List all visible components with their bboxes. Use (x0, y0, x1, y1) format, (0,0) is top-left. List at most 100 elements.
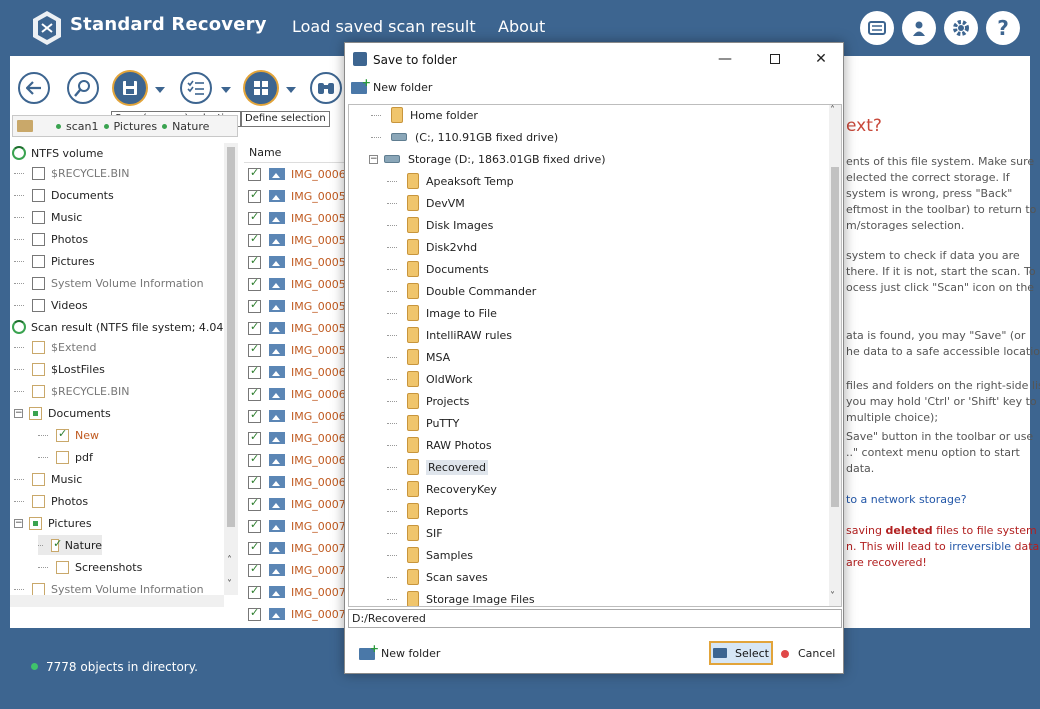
tree-item-ntfs-volume[interactable]: NTFS volume (12, 143, 103, 163)
tree-item[interactable]: Music (14, 207, 82, 227)
table-row[interactable]: IMG_0005 (248, 209, 346, 227)
table-row[interactable]: IMG_0006 (248, 429, 346, 447)
tree-item[interactable]: Photos (14, 229, 88, 249)
checkbox[interactable] (248, 188, 261, 203)
about-link[interactable]: About (498, 17, 545, 36)
tree-item-folder[interactable]: OldWork (387, 369, 473, 389)
tree-item-folder[interactable]: MSA (387, 347, 450, 367)
tree-item-folder[interactable]: Disk2vhd (387, 237, 477, 257)
tree-item-folder[interactable]: Documents (387, 259, 489, 279)
chevron-down-icon[interactable]: ˅ (227, 579, 232, 590)
tree-item[interactable]: System Volume Information (14, 273, 204, 293)
checklist-button[interactable] (180, 72, 212, 104)
help-button[interactable]: ? (986, 11, 1020, 45)
checkbox[interactable] (248, 562, 261, 577)
user-button[interactable] (902, 11, 936, 45)
tree-item-scan-result[interactable]: Scan result (NTFS file system; 4.04 GB i… (12, 317, 238, 337)
tree-item-folder[interactable]: IntelliRAW rules (387, 325, 512, 345)
tree-item[interactable]: $RECYCLE.BIN (14, 381, 129, 401)
checkbox[interactable] (32, 362, 45, 376)
tree-item-folder[interactable]: RAW Photos (387, 435, 492, 455)
checkbox[interactable] (32, 298, 45, 312)
table-row[interactable]: IMG_0005 (248, 275, 346, 293)
checkbox[interactable] (248, 452, 261, 467)
cancel-button[interactable]: Cancel (781, 647, 835, 660)
tree-item-folder[interactable]: Storage Image Files (387, 589, 535, 606)
chevron-up-icon[interactable]: ˄ (830, 105, 835, 116)
checkbox[interactable] (32, 210, 45, 224)
checkbox[interactable] (248, 474, 261, 489)
tree-item[interactable]: − Documents (14, 403, 111, 423)
tree-item[interactable]: Photos (14, 491, 88, 511)
breadcrumb-item[interactable]: Pictures (114, 120, 158, 133)
tree-item-folder[interactable]: Disk Images (387, 215, 493, 235)
tree-item-folder[interactable]: Apeaksoft Temp (387, 171, 514, 191)
folder-picker-tree[interactable]: Home folder (C:, 110.91GB fixed drive) −… (348, 104, 842, 607)
table-row[interactable]: IMG_0006 (248, 451, 346, 469)
tree-item-folder[interactable]: DevVM (387, 193, 465, 213)
tree-item-folder[interactable]: Image to File (387, 303, 497, 323)
define-selection-button[interactable] (245, 72, 277, 104)
table-row[interactable]: IMG_0006 (248, 363, 346, 381)
tree-item-folder[interactable]: Double Commander (387, 281, 536, 301)
tree-item-folder[interactable]: Samples (387, 545, 473, 565)
network-storage-link[interactable]: to a network storage? (846, 492, 1018, 508)
define-dropdown-caret-icon[interactable] (286, 87, 296, 93)
checkbox[interactable] (248, 386, 261, 401)
checkbox[interactable] (29, 516, 42, 530)
breadcrumb-item[interactable]: Nature (172, 120, 209, 133)
messages-button[interactable] (860, 11, 894, 45)
checkbox[interactable] (51, 537, 62, 552)
tree-item-folder[interactable]: Scan saves (387, 567, 488, 587)
checkbox[interactable] (32, 254, 45, 268)
back-button[interactable] (18, 72, 50, 104)
tree-item[interactable]: Pictures (14, 251, 95, 271)
table-row[interactable]: IMG_0007 (248, 605, 346, 623)
checkbox[interactable] (248, 166, 261, 181)
tree-horizontal-scrollbar[interactable] (10, 595, 224, 607)
collapse-icon[interactable]: − (369, 154, 378, 164)
table-row[interactable]: IMG_0007 (248, 583, 346, 601)
tree-item[interactable]: System Volume Information (14, 579, 204, 595)
checkbox[interactable] (56, 450, 69, 464)
checkbox[interactable] (248, 606, 261, 621)
checkbox[interactable] (248, 496, 261, 511)
find-button[interactable] (310, 72, 342, 104)
tree-scrollbar[interactable]: ˄ ˅ (224, 143, 238, 595)
tree-item-folder[interactable]: SIF (387, 523, 443, 543)
breadcrumb-item[interactable]: scan1 (66, 120, 99, 133)
table-row[interactable]: IMG_0007 (248, 495, 346, 513)
tree-item[interactable]: $Extend (14, 337, 97, 357)
table-row[interactable]: IMG_0006 (248, 407, 346, 425)
tree-item[interactable]: Music (14, 469, 82, 489)
tree-item[interactable]: pdf (38, 447, 93, 467)
table-row[interactable]: IMG_0005 (248, 297, 346, 315)
save-selection-button[interactable] (114, 72, 146, 104)
table-row[interactable]: IMG_0005 (248, 319, 346, 337)
table-row[interactable]: IMG_0005 (248, 231, 346, 249)
maximize-button[interactable] (761, 49, 789, 69)
checkbox[interactable] (248, 430, 261, 445)
checkbox[interactable] (32, 494, 45, 508)
table-row[interactable]: IMG_0007 (248, 517, 346, 535)
checkbox[interactable] (32, 384, 45, 398)
breadcrumb[interactable]: scan1 Pictures Nature (12, 115, 238, 137)
checkbox[interactable] (248, 232, 261, 247)
table-row[interactable]: IMG_0006 (248, 165, 346, 183)
checkbox[interactable] (248, 540, 261, 555)
table-row[interactable]: IMG_0005 (248, 341, 346, 359)
folder-tree[interactable]: NTFS volume $RECYCLE.BIN Documents Music… (10, 143, 238, 595)
checkbox[interactable] (248, 276, 261, 291)
table-row[interactable]: IMG_0006 (248, 385, 346, 403)
tree-item-folder[interactable]: PuTTY (387, 413, 459, 433)
checkbox[interactable] (248, 210, 261, 225)
new-folder-button-top[interactable]: New folder (351, 76, 432, 94)
tree-item-selected-folder[interactable]: Recovered (387, 457, 489, 477)
checklist-dropdown-caret-icon[interactable] (221, 87, 231, 93)
tree-item-drive-d[interactable]: − Storage (D:, 1863.01GB fixed drive) (369, 149, 606, 169)
table-row[interactable]: IMG_0006 (248, 473, 346, 491)
checkbox[interactable] (32, 232, 45, 246)
tree-item-folder[interactable]: Projects (387, 391, 469, 411)
select-button[interactable]: Select (709, 641, 773, 665)
tree-item[interactable]: New (38, 425, 99, 445)
